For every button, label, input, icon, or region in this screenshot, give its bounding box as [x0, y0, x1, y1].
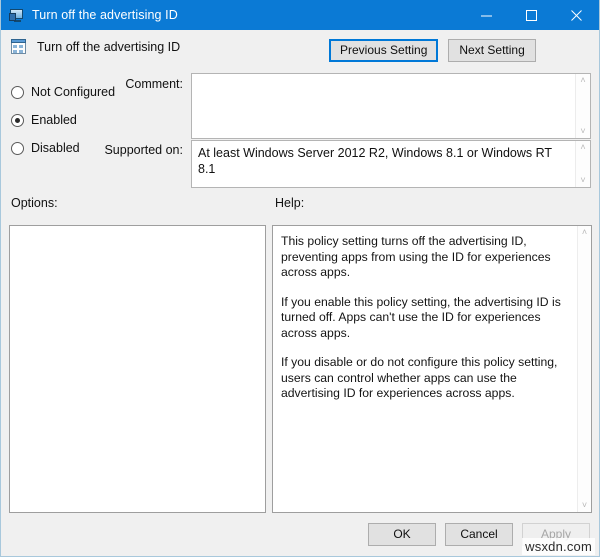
policy-setting-window: Turn off the advertising ID Turn off the…: [0, 0, 600, 557]
previous-setting-button[interactable]: Previous Setting: [329, 39, 439, 62]
scroll-up-icon[interactable]: ˄: [582, 228, 587, 237]
supported-on-scrollbar[interactable]: ˄ ˅: [575, 141, 590, 187]
supported-on-value: At least Windows Server 2012 R2, Windows…: [198, 146, 552, 176]
help-scrollbar[interactable]: ˄ ˅: [577, 226, 591, 512]
scroll-down-icon[interactable]: ˅: [582, 501, 587, 510]
comment-field[interactable]: ˄ ˅: [191, 73, 591, 139]
scroll-down-icon[interactable]: ˅: [580, 127, 585, 136]
help-paragraph: If you enable this policy setting, the a…: [281, 294, 561, 340]
comment-input[interactable]: [192, 74, 575, 138]
options-panel[interactable]: [9, 225, 266, 513]
options-panel-content: [10, 226, 265, 512]
watermark: wsxdn.com: [522, 538, 595, 555]
comment-label: Comment:: [125, 77, 183, 91]
ok-button[interactable]: OK: [368, 523, 436, 546]
next-setting-button[interactable]: Next Setting: [448, 39, 536, 62]
radio-disabled-indicator[interactable]: [11, 141, 24, 155]
help-panel[interactable]: This policy setting turns off the advert…: [272, 225, 592, 513]
help-panel-content: This policy setting turns off the advert…: [273, 226, 577, 512]
window-title: Turn off the advertising ID: [32, 8, 178, 22]
options-label: Options:: [11, 196, 58, 210]
policy-setting-icon: [9, 7, 25, 23]
close-icon[interactable]: [554, 0, 599, 30]
help-paragraph: If you disable or do not configure this …: [281, 355, 558, 400]
maximize-icon[interactable]: [509, 0, 554, 30]
policy-title: Turn off the advertising ID: [37, 40, 181, 54]
setting-navigation: Previous Setting Next Setting: [329, 39, 536, 62]
supported-on-field[interactable]: At least Windows Server 2012 R2, Windows…: [191, 140, 591, 188]
scroll-up-icon[interactable]: ˄: [580, 143, 585, 152]
scroll-down-icon[interactable]: ˅: [580, 176, 585, 185]
group-policy-icon: [10, 39, 28, 55]
scroll-up-icon[interactable]: ˄: [580, 76, 585, 85]
supported-on-label: Supported on:: [104, 143, 183, 157]
radio-enabled[interactable]: Enabled: [11, 106, 131, 134]
radio-enabled-indicator[interactable]: [11, 113, 24, 127]
comment-scrollbar[interactable]: ˄ ˅: [575, 74, 590, 138]
radio-enabled-label: Enabled: [31, 113, 77, 127]
help-label: Help:: [275, 196, 305, 210]
title-bar: Turn off the advertising ID: [1, 0, 599, 30]
minimize-icon[interactable]: [464, 0, 509, 30]
cancel-button[interactable]: Cancel: [445, 523, 513, 546]
help-paragraph: This policy setting turns off the advert…: [281, 234, 551, 279]
window-controls: [464, 0, 599, 30]
radio-not-configured-indicator[interactable]: [11, 85, 24, 99]
